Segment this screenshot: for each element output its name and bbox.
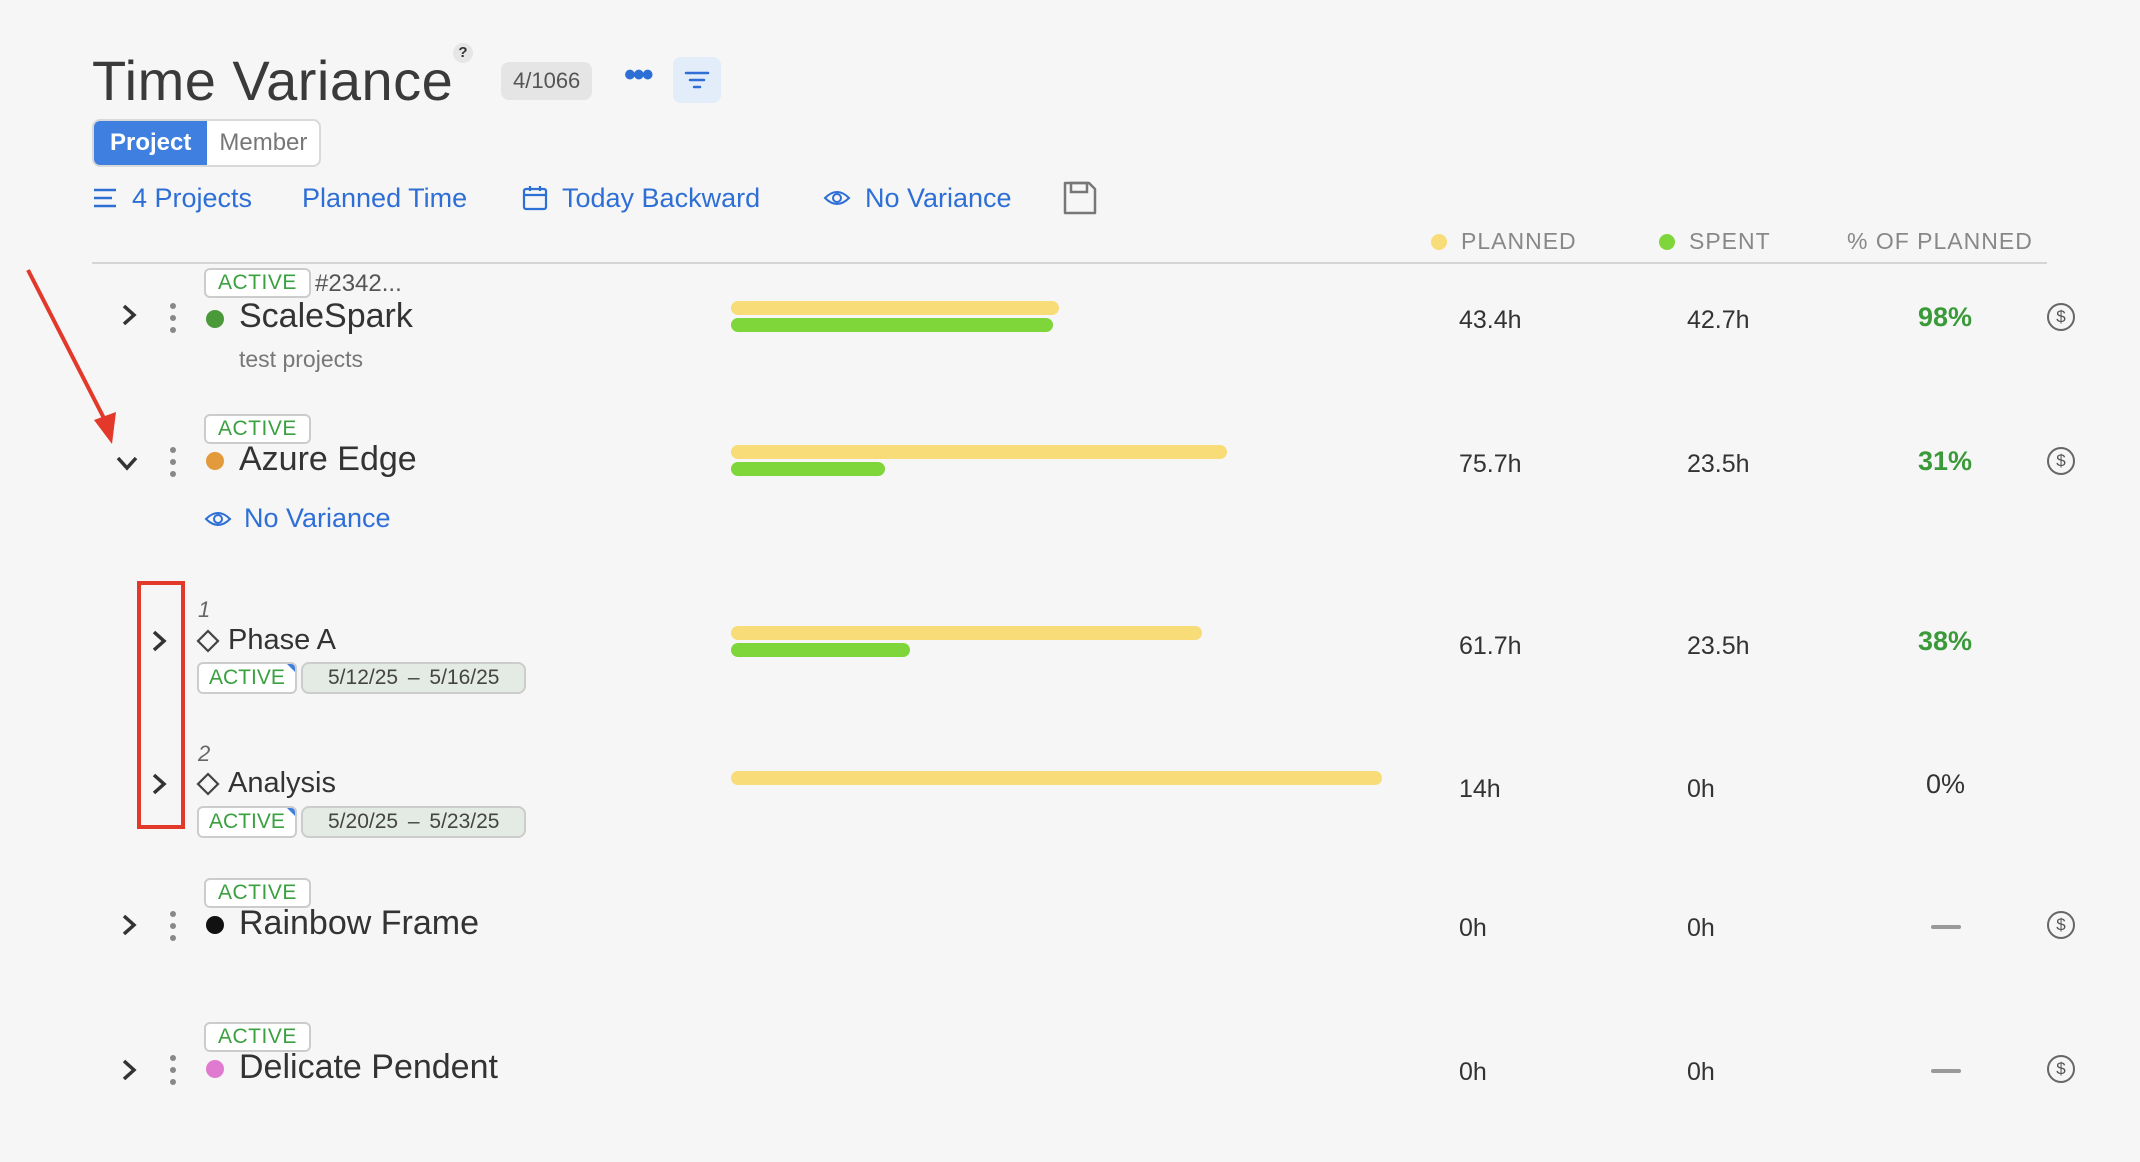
percent-value: 31% [1918, 446, 1973, 476]
phase-name[interactable]: Analysis [228, 767, 336, 800]
percent-empty-dash [1931, 1069, 1961, 1073]
billing-icon[interactable]: $ [2047, 447, 2075, 475]
billing-icon[interactable]: $ [2047, 303, 2075, 331]
billing-icon[interactable]: $ [2047, 911, 2075, 939]
phase-diamond-icon [196, 629, 220, 658]
eye-icon [204, 511, 232, 526]
planned-value: 75.7h [1459, 450, 1522, 478]
planned-value: 0h [1459, 1058, 1487, 1086]
save-view-button[interactable] [1062, 180, 1098, 221]
spent-value: 23.5h [1687, 632, 1750, 660]
phase-date-range: 5/12/25 – 5/16/25 [301, 662, 527, 694]
project-name[interactable]: Delicate Pendent [239, 1048, 498, 1087]
header-divider [92, 262, 2047, 264]
variance-selector[interactable]: No Variance [823, 180, 1012, 216]
planned-value: 43.4h [1459, 306, 1522, 334]
toggle-project[interactable]: Project [94, 121, 208, 165]
column-spent[interactable]: SPENT [1659, 228, 1771, 255]
spent-value: 0h [1687, 914, 1715, 942]
status-badge: ACTIVE [204, 268, 311, 298]
row-menu-icon[interactable] [170, 1055, 176, 1091]
project-variance-label: No Variance [244, 503, 391, 533]
project-variance-link[interactable]: No Variance [204, 503, 391, 534]
project-color-dot [206, 310, 224, 328]
spent-legend-dot [1659, 233, 1675, 250]
percent-value: 98% [1918, 302, 1973, 332]
spent-value: 0h [1687, 1058, 1715, 1086]
count-badge: 4/1066 [501, 62, 593, 100]
help-icon[interactable]: ? [453, 43, 473, 63]
project-name[interactable]: Azure Edge [239, 440, 417, 479]
project-name[interactable]: Rainbow Frame [239, 904, 479, 943]
column-percent[interactable]: % OF PLANNED [1847, 228, 2033, 255]
project-color-dot [206, 452, 224, 470]
planned-time-selector[interactable]: Planned Time [302, 180, 467, 216]
page-title: Time Variance [92, 49, 454, 112]
date-range-label: Today Backward [562, 182, 761, 213]
planned-bar [731, 626, 1202, 640]
collapse-chevron-icon[interactable] [114, 452, 140, 479]
project-color-dot [206, 1060, 224, 1078]
planned-value: 61.7h [1459, 632, 1522, 660]
more-dots-icon[interactable]: ••• [624, 58, 654, 100]
projects-selector[interactable]: 4 Projects [92, 180, 252, 216]
planned-time-label: Planned Time [302, 182, 468, 213]
annotation-arrow-icon [26, 269, 116, 444]
project-color-dot [206, 916, 224, 934]
status-badge: ACTIVE [197, 806, 297, 838]
spent-bar [731, 318, 1053, 332]
project-description: test projects [239, 346, 363, 372]
expand-chevron-icon[interactable] [118, 1057, 140, 1088]
row-menu-icon[interactable] [170, 447, 176, 483]
row-menu-icon[interactable] [170, 303, 176, 339]
planned-bar [731, 771, 1382, 785]
planned-legend-dot [1431, 233, 1447, 250]
phase-index: 2 [198, 741, 211, 766]
column-planned-label: PLANNED [1461, 228, 1577, 254]
calendar-icon [522, 186, 548, 211]
spent-bar [731, 462, 885, 476]
expand-chevron-icon[interactable] [118, 912, 140, 943]
phase-index: 1 [198, 597, 211, 622]
eye-icon [823, 191, 851, 205]
percent-empty-dash [1931, 925, 1961, 929]
toggle-member[interactable]: Member [207, 121, 319, 165]
variance-label: No Variance [865, 182, 1012, 213]
planned-bar [731, 301, 1059, 315]
date-range-selector[interactable]: Today Backward [522, 180, 760, 216]
view-toggle: Project Member [92, 119, 322, 167]
filter-button[interactable] [673, 57, 721, 103]
spent-value: 0h [1687, 775, 1715, 803]
spent-bar [731, 643, 910, 657]
row-menu-icon[interactable] [170, 911, 176, 947]
phase-diamond-icon [196, 772, 220, 801]
billing-icon[interactable]: $ [2047, 1055, 2075, 1083]
spent-value: 42.7h [1687, 306, 1750, 334]
column-percent-label: % OF PLANNED [1847, 228, 2033, 254]
percent-value: 0% [1926, 769, 1966, 799]
expand-chevron-icon[interactable] [118, 302, 140, 333]
projects-selector-label: 4 Projects [132, 182, 253, 213]
status-badge: ACTIVE [197, 662, 297, 694]
filter-icon [684, 71, 710, 89]
planned-value: 14h [1459, 775, 1501, 803]
column-planned[interactable]: PLANNED [1431, 228, 1577, 255]
planned-value: 0h [1459, 914, 1487, 942]
annotation-highlight-box [137, 581, 185, 829]
project-name[interactable]: ScaleSpark [239, 297, 413, 336]
spent-value: 23.5h [1687, 450, 1750, 478]
list-icon [94, 188, 116, 208]
column-spent-label: SPENT [1689, 228, 1771, 254]
percent-value: 38% [1918, 626, 1973, 656]
project-code: #2342... [315, 270, 402, 297]
planned-bar [731, 445, 1227, 459]
phase-name[interactable]: Phase A [228, 624, 336, 657]
save-icon [1063, 181, 1097, 215]
phase-date-range: 5/20/25 – 5/23/25 [301, 806, 527, 838]
